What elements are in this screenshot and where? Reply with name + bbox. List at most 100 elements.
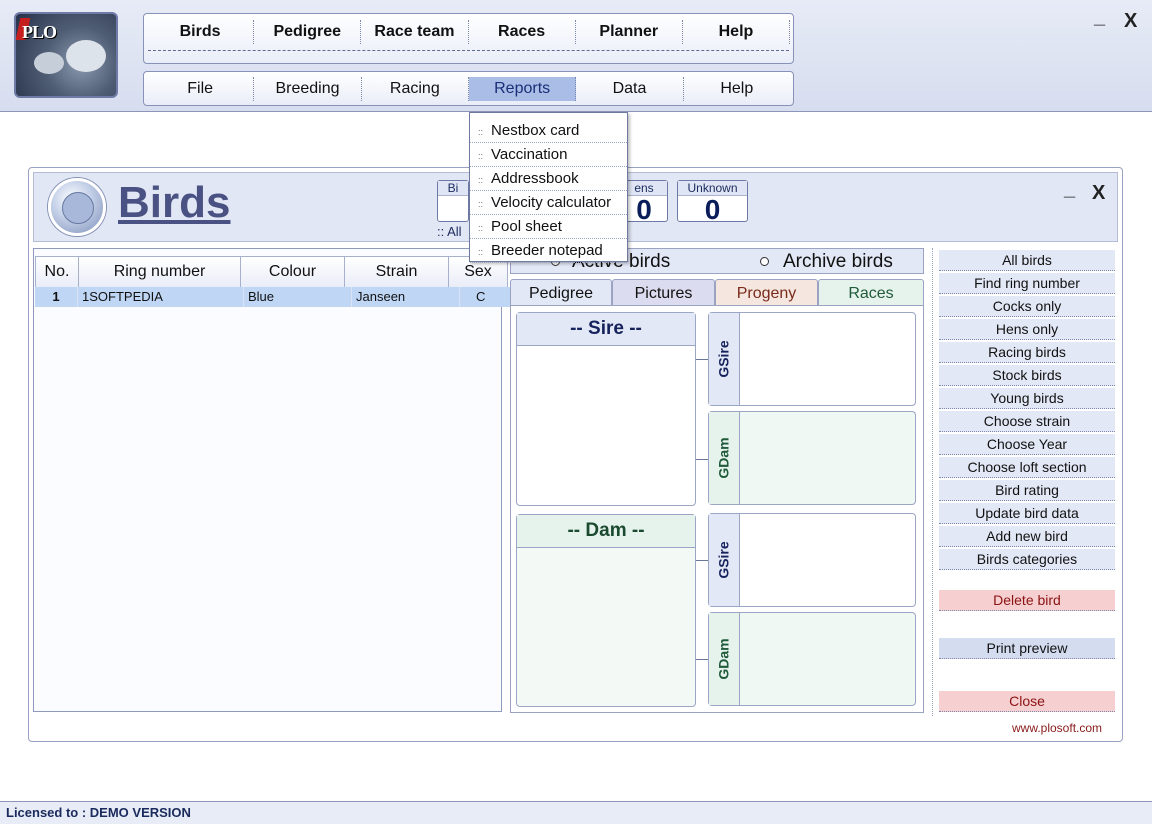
menu-item-pool-sheet[interactable]: :: Pool sheet [470,215,627,239]
update-bird-data-button[interactable]: Update bird data [939,503,1115,524]
menu-divider [148,50,789,51]
main-menu-planner[interactable]: Planner [576,20,683,44]
hens-only-button[interactable]: Hens only [939,319,1115,340]
bird-rating-button[interactable]: Bird rating [939,480,1115,501]
sub-menu-data[interactable]: Data [576,76,684,101]
gdam-label: GDam [716,638,733,680]
connector [696,459,708,460]
bullet-icon: :: [478,151,484,161]
column-header-ring-number[interactable]: Ring number [79,256,241,288]
main-menu-bar: Birds Pedigree Race team Races Planner H… [143,13,794,64]
counter-label: Bi [438,181,468,196]
main-menu-birds[interactable]: Birds [147,20,255,44]
sub-menu-reports[interactable]: Reports [468,76,577,101]
birds-icon [48,178,106,236]
menu-item-velocity-calculator[interactable]: :: Velocity calculator [470,191,627,215]
bullet-icon: :: [478,223,484,233]
table-row[interactable]: 1 1SOFTPEDIA Blue Janseen C [35,287,517,307]
sub-menu-bar: File Breeding Racing Reports Data Help [143,71,794,106]
pigeon-icon [66,40,106,72]
counter-unknown: Unknown 0 [677,180,748,225]
app-close-button[interactable]: X [1124,10,1137,33]
main-menu-races[interactable]: Races [469,20,576,44]
stock-birds-button[interactable]: Stock birds [939,365,1115,386]
counter-value: 0 [704,194,721,225]
dam-label: -- Dam -- [517,515,695,548]
cell-no: 1 [35,287,78,307]
tab-pedigree[interactable]: Pedigree [510,279,612,306]
sire-box[interactable]: -- Sire -- [516,312,696,506]
menu-item-breeder-notepad[interactable]: :: Breeder notepad [470,239,627,263]
cell-sex: C [460,287,517,307]
menu-item-addressbook[interactable]: :: Addressbook [470,167,627,191]
connector [696,560,708,561]
bullet-icon: :: [478,175,484,185]
menu-item-label: Nestbox card [491,122,580,139]
dam-gdam-box[interactable]: GDam [708,612,916,706]
bullet-icon: :: [478,199,484,209]
choose-loft-section-button[interactable]: Choose loft section [939,457,1115,478]
young-birds-button[interactable]: Young birds [939,388,1115,409]
menu-item-vaccination[interactable]: :: Vaccination [470,143,627,167]
page-title: Birds [118,178,231,227]
column-header-no[interactable]: No. [35,256,79,288]
add-new-bird-button[interactable]: Add new bird [939,526,1115,547]
column-header-colour[interactable]: Colour [241,256,345,288]
gdam-label: GDam [716,437,733,479]
license-text: Licensed to : DEMO VERSION [6,805,191,820]
menu-item-nestbox-card[interactable]: :: Nestbox card [470,119,627,143]
connector [696,659,708,660]
window-minimize-button[interactable]: _ [1064,178,1075,201]
tab-progeny[interactable]: Progeny [715,279,818,306]
menu-item-label: Breeder notepad [491,242,603,259]
sire-gsire-box[interactable]: GSire [708,312,916,406]
main-menu-race-team[interactable]: Race team [361,20,469,44]
choose-strain-button[interactable]: Choose strain [939,411,1115,432]
gsire-label: GSire [716,340,733,378]
window-close-button[interactable]: X [1092,182,1105,205]
birds-table: No. Ring number Colour Strain Sex 1 1SOF… [33,248,517,712]
cell-colour: Blue [244,287,352,307]
archive-birds-radio[interactable] [760,257,769,266]
tab-races[interactable]: Races [818,279,924,306]
table-header: No. Ring number Colour Strain Sex [35,256,508,288]
sub-menu-racing[interactable]: Racing [362,76,469,101]
website-link[interactable]: www.plosoft.com [1012,721,1102,735]
pigeon-icon [34,52,64,74]
app-minimize-button[interactable]: _ [1094,6,1105,29]
menu-item-label: Vaccination [491,146,568,163]
bullet-icon: :: [478,247,484,257]
print-preview-button[interactable]: Print preview [939,638,1115,659]
sub-menu-file[interactable]: File [147,76,255,101]
main-menu-help[interactable]: Help [683,20,791,44]
main-menu-pedigree[interactable]: Pedigree [254,20,362,44]
connector [696,359,708,360]
birds-categories-button[interactable]: Birds categories [939,549,1115,570]
logo-text: PLO [22,22,57,42]
cell-ring-number: 1SOFTPEDIA [78,287,244,307]
counter-birds: Bi [437,180,469,222]
tab-pictures[interactable]: Pictures [612,279,715,306]
archive-birds-label[interactable]: Archive birds [783,251,893,273]
all-birds-button[interactable]: All birds [939,250,1115,271]
menu-item-label: Velocity calculator [491,194,612,211]
menu-item-label: Pool sheet [491,218,562,235]
app-logo: PLO [14,12,118,98]
close-button[interactable]: Close [939,691,1115,712]
reports-dropdown-menu: :: Nestbox card :: Vaccination :: Addressbo… [469,112,628,263]
dam-gsire-box[interactable]: GSire [708,513,916,607]
racing-birds-button[interactable]: Racing birds [939,342,1115,363]
bullet-icon: :: [478,127,484,137]
sire-gdam-box[interactable]: GDam [708,411,916,505]
dam-box[interactable]: -- Dam -- [516,514,696,707]
choose-year-button[interactable]: Choose Year [939,434,1115,455]
column-header-strain[interactable]: Strain [345,256,449,288]
menu-item-label: Addressbook [491,170,579,187]
find-ring-number-button[interactable]: Find ring number [939,273,1115,294]
cocks-only-button[interactable]: Cocks only [939,296,1115,317]
sub-menu-breeding[interactable]: Breeding [254,76,362,101]
delete-bird-button[interactable]: Delete bird [939,590,1115,611]
gsire-label: GSire [716,541,733,579]
sub-menu-help[interactable]: Help [684,77,790,101]
all-filter-link[interactable]: :: All [437,224,462,239]
